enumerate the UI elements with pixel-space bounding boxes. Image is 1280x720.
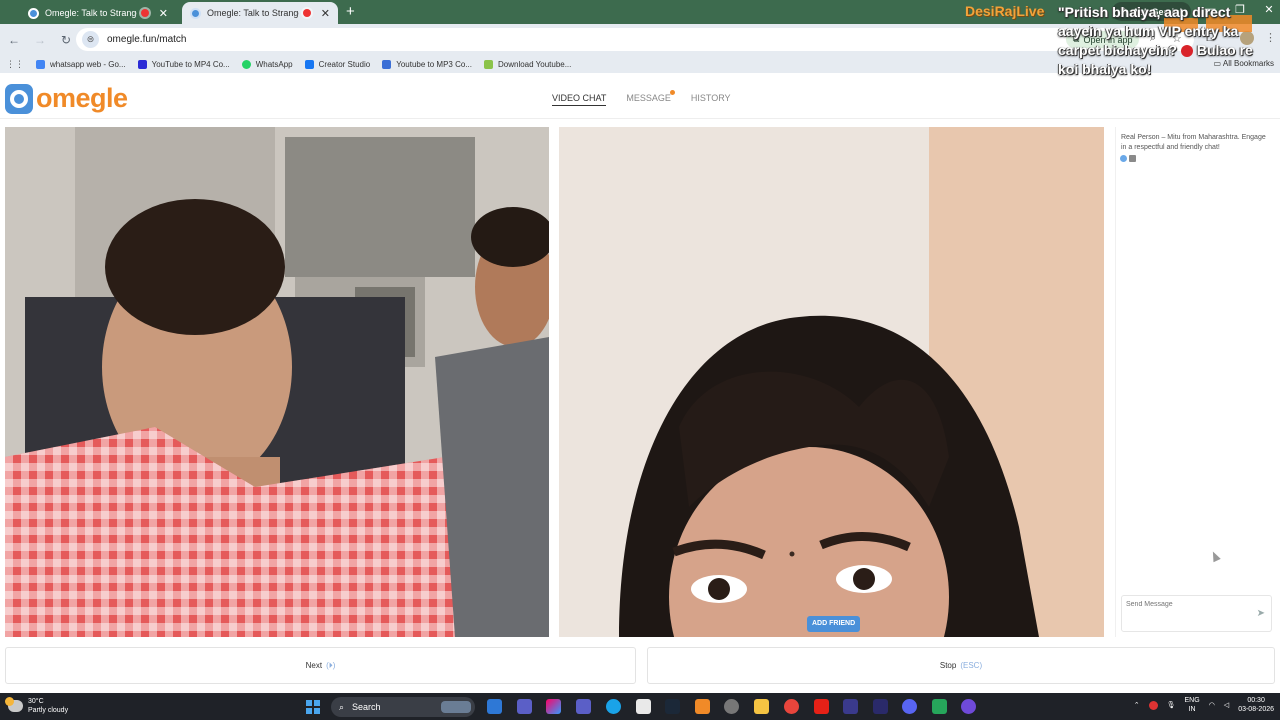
close-tab-icon[interactable]: ✕ (159, 7, 168, 20)
url-text[interactable]: omegle.fun/match (107, 34, 187, 45)
file-explorer-app-icon[interactable] (754, 699, 769, 714)
green-app-icon[interactable] (932, 699, 947, 714)
stop-label: Stop (939, 661, 957, 670)
globe-icon (1120, 155, 1127, 162)
windows-taskbar: 30°C Partly cloudy ⌕ Search ⌃ 🎙 ENG IN ◠… (0, 693, 1280, 720)
logo-text: omegle (36, 83, 128, 113)
next-shortcut-hint: (⏵) (326, 660, 336, 670)
chat-system-message: Real Person – Mitu from Maharashtra. Eng… (1121, 134, 1266, 151)
new-tab-button[interactable]: + (346, 2, 355, 24)
volume-icon[interactable]: ◁ (1224, 701, 1229, 709)
close-tab-icon[interactable]: ✕ (321, 7, 330, 20)
temperature: 30°C (28, 698, 44, 705)
notification-dot (669, 90, 675, 95)
site-nav: VIDEO CHAT MESSAGE HISTORY (552, 90, 731, 106)
next-label: Next (305, 661, 323, 670)
address-bar[interactable]: ⊜ omegle.fun/match ⧉ Open in app ⌕ ☆ (76, 28, 1194, 51)
omegle-page: omegle VIDEO CHAT MESSAGE HISTORY ADD FR… (0, 73, 1280, 693)
local-video-feed (5, 127, 549, 637)
youtube-app-icon[interactable] (814, 699, 829, 714)
bookmark-download-youtube[interactable]: Download Youtube... (483, 60, 571, 69)
whatsapp-icon (241, 60, 251, 69)
bookmark-whatsapp[interactable]: WhatsApp (241, 60, 293, 69)
nav-message[interactable]: MESSAGE (626, 90, 675, 106)
apps-grid-icon[interactable]: ⋮⋮ (6, 59, 24, 70)
forward-icon[interactable]: → (28, 33, 52, 47)
show-hidden-icons-icon[interactable]: ⌃ (1134, 701, 1140, 709)
stranger-video-feed: ADD FRIEND (559, 127, 1104, 637)
system-tray: ⌃ 🎙 ENG IN ◠ ◁ 00:30 03-08-2026 (1134, 696, 1274, 714)
widgets-app-icon[interactable] (487, 699, 502, 714)
back-icon[interactable]: ← (2, 33, 26, 47)
omegle-logo[interactable]: omegle (5, 83, 128, 114)
mouse-cursor-icon (1209, 549, 1221, 563)
wifi-icon[interactable]: ◠ (1209, 701, 1215, 709)
local-video-image (5, 127, 549, 637)
settings-app-icon[interactable] (724, 699, 739, 714)
stranger-video-image (559, 127, 1104, 637)
edge-app-icon[interactable] (606, 699, 621, 714)
overlay-username: DesiRajLive (965, 3, 1045, 19)
discord-app-icon[interactable] (902, 699, 917, 714)
header-divider (0, 118, 1280, 119)
search-highlight-icon (441, 701, 471, 713)
weather-condition: Partly cloudy (28, 707, 69, 714)
language-indicator[interactable]: ENG IN (1185, 696, 1200, 714)
converter-icon (137, 60, 147, 69)
bookmark-youtube-mp3[interactable]: Youtube to MP3 Co... (382, 60, 472, 69)
download-icon (483, 60, 493, 69)
tab-title: Omegle: Talk to Strangers! (45, 8, 137, 18)
recording-tray-icon[interactable] (1148, 700, 1158, 710)
teams-app-icon[interactable] (576, 699, 591, 714)
recording-icon (302, 9, 311, 17)
stop-shortcut-hint: (ESC) (960, 661, 983, 670)
message-composer: ➤ (1121, 595, 1272, 632)
search-icon: ⌕ (339, 701, 345, 712)
premiere-pro-app-icon[interactable] (873, 699, 888, 714)
add-friend-button[interactable]: ADD FRIEND (807, 616, 861, 632)
flag-icon (1129, 155, 1136, 162)
chat-status-icons (1120, 155, 1136, 162)
partly-cloudy-icon (5, 697, 23, 712)
nav-message-label: MESSAGE (626, 93, 671, 103)
stop-button[interactable]: Stop (ESC) (647, 647, 1275, 684)
windows-start-icon[interactable] (306, 700, 320, 714)
bookmark-whatsapp-web[interactable]: whatsapp web - Go... (36, 60, 126, 69)
nav-history[interactable]: HISTORY (691, 93, 731, 106)
taskbar-search[interactable]: ⌕ Search (331, 697, 475, 717)
red-circle-emoji-icon (1180, 45, 1193, 58)
copilot-app-icon[interactable] (546, 699, 561, 714)
bookmark-youtube-mp4[interactable]: YouTube to MP4 Co... (137, 60, 230, 69)
obs-app-icon[interactable] (961, 699, 976, 714)
vlc-app-icon[interactable] (695, 699, 710, 714)
clock[interactable]: 00:30 03-08-2026 (1238, 696, 1274, 714)
chat-panel: Real Person – Mitu from Maharashtra. Eng… (1115, 127, 1275, 637)
overlay-message: "Pritish bhaiya, aap direct aayein ya hu… (1058, 3, 1276, 79)
browser-tab-1[interactable]: Omegle: Talk to Strangers! ✕ (20, 2, 176, 24)
send-icon[interactable]: ➤ (1257, 608, 1265, 619)
meta-icon (304, 60, 314, 69)
nav-video-chat[interactable]: VIDEO CHAT (552, 93, 607, 106)
store-app-icon[interactable] (636, 699, 651, 714)
search-label: Search (352, 702, 381, 712)
send-message-input[interactable] (1126, 601, 1246, 608)
site-info-icon[interactable]: ⊜ (82, 31, 99, 48)
browser-tab-2[interactable]: Omegle: Talk to Strangers! ✕ (182, 2, 338, 24)
premiere-app-icon[interactable] (843, 699, 858, 714)
bookmark-creator-studio[interactable]: Creator Studio (304, 60, 370, 69)
microphone-icon[interactable]: 🎙 (1167, 701, 1176, 709)
omegle-logo-icon (5, 83, 33, 114)
converter-icon (382, 60, 392, 69)
mail-app-icon[interactable] (517, 699, 532, 714)
next-button[interactable]: Next (⏵) (5, 647, 636, 684)
google-icon (36, 60, 45, 69)
recording-icon (140, 9, 149, 17)
chrome-app-icon[interactable] (784, 699, 799, 714)
steam-app-icon[interactable] (665, 699, 680, 714)
tab-title: Omegle: Talk to Strangers! (207, 8, 299, 18)
omegle-favicon-icon (28, 7, 39, 19)
reload-icon[interactable]: ↻ (54, 33, 78, 47)
weather-widget[interactable]: 30°C Partly cloudy (5, 697, 69, 715)
omegle-favicon-icon (190, 7, 201, 19)
